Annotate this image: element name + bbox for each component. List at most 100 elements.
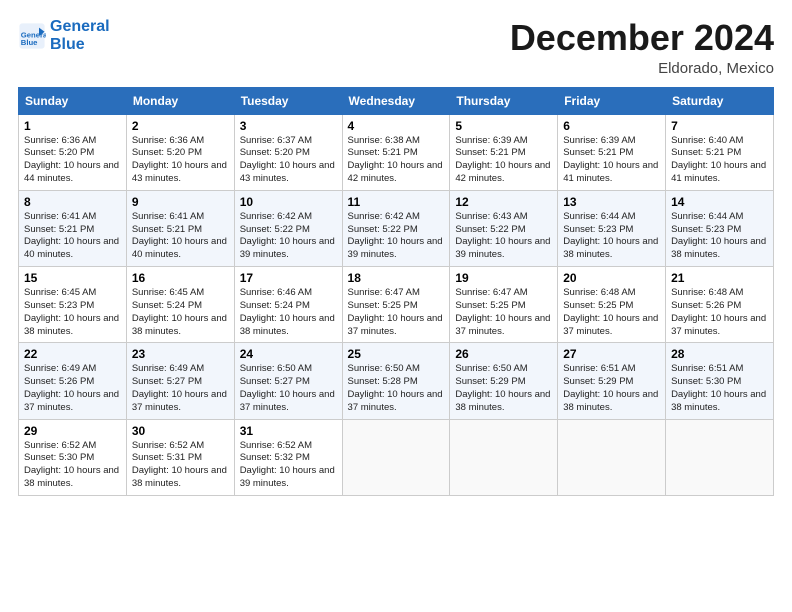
day-info: Sunrise: 6:48 AMSunset: 5:25 PMDaylight:… xyxy=(563,287,660,338)
col-header-sunday: Sunday xyxy=(19,87,127,114)
logo-text: General Blue xyxy=(50,18,110,55)
day-number: 4 xyxy=(348,119,445,133)
day-number: 23 xyxy=(132,347,229,361)
calendar-cell: 7 Sunrise: 6:40 AMSunset: 5:21 PMDayligh… xyxy=(666,114,774,190)
day-number: 9 xyxy=(132,195,229,209)
day-number: 26 xyxy=(455,347,552,361)
day-info: Sunrise: 6:51 AMSunset: 5:30 PMDaylight:… xyxy=(671,363,768,414)
calendar-cell: 16 Sunrise: 6:45 AMSunset: 5:24 PMDaylig… xyxy=(126,267,234,343)
calendar-cell: 27 Sunrise: 6:51 AMSunset: 5:29 PMDaylig… xyxy=(558,343,666,419)
calendar-cell xyxy=(558,419,666,495)
day-number: 3 xyxy=(240,119,337,133)
day-number: 29 xyxy=(24,424,121,438)
calendar-cell: 3 Sunrise: 6:37 AMSunset: 5:20 PMDayligh… xyxy=(234,114,342,190)
day-info: Sunrise: 6:36 AMSunset: 5:20 PMDaylight:… xyxy=(132,135,229,186)
day-info: Sunrise: 6:45 AMSunset: 5:24 PMDaylight:… xyxy=(132,287,229,338)
day-number: 24 xyxy=(240,347,337,361)
month-title: December 2024 xyxy=(510,18,774,58)
calendar-cell xyxy=(666,419,774,495)
calendar-cell: 29 Sunrise: 6:52 AMSunset: 5:30 PMDaylig… xyxy=(19,419,127,495)
day-info: Sunrise: 6:50 AMSunset: 5:28 PMDaylight:… xyxy=(348,363,445,414)
calendar-cell: 25 Sunrise: 6:50 AMSunset: 5:28 PMDaylig… xyxy=(342,343,450,419)
day-info: Sunrise: 6:41 AMSunset: 5:21 PMDaylight:… xyxy=(132,211,229,262)
day-number: 18 xyxy=(348,271,445,285)
calendar-cell: 11 Sunrise: 6:42 AMSunset: 5:22 PMDaylig… xyxy=(342,190,450,266)
calendar-table: SundayMondayTuesdayWednesdayThursdayFrid… xyxy=(18,87,774,496)
calendar-cell: 14 Sunrise: 6:44 AMSunset: 5:23 PMDaylig… xyxy=(666,190,774,266)
day-number: 8 xyxy=(24,195,121,209)
day-info: Sunrise: 6:36 AMSunset: 5:20 PMDaylight:… xyxy=(24,135,121,186)
day-info: Sunrise: 6:48 AMSunset: 5:26 PMDaylight:… xyxy=(671,287,768,338)
calendar-cell: 2 Sunrise: 6:36 AMSunset: 5:20 PMDayligh… xyxy=(126,114,234,190)
day-number: 17 xyxy=(240,271,337,285)
calendar-cell: 28 Sunrise: 6:51 AMSunset: 5:30 PMDaylig… xyxy=(666,343,774,419)
day-number: 15 xyxy=(24,271,121,285)
day-info: Sunrise: 6:41 AMSunset: 5:21 PMDaylight:… xyxy=(24,211,121,262)
calendar-cell: 15 Sunrise: 6:45 AMSunset: 5:23 PMDaylig… xyxy=(19,267,127,343)
day-number: 14 xyxy=(671,195,768,209)
day-info: Sunrise: 6:42 AMSunset: 5:22 PMDaylight:… xyxy=(348,211,445,262)
day-info: Sunrise: 6:49 AMSunset: 5:26 PMDaylight:… xyxy=(24,363,121,414)
calendar-cell: 6 Sunrise: 6:39 AMSunset: 5:21 PMDayligh… xyxy=(558,114,666,190)
calendar-cell: 20 Sunrise: 6:48 AMSunset: 5:25 PMDaylig… xyxy=(558,267,666,343)
calendar-cell: 1 Sunrise: 6:36 AMSunset: 5:20 PMDayligh… xyxy=(19,114,127,190)
day-number: 13 xyxy=(563,195,660,209)
calendar-cell xyxy=(342,419,450,495)
day-number: 10 xyxy=(240,195,337,209)
day-info: Sunrise: 6:46 AMSunset: 5:24 PMDaylight:… xyxy=(240,287,337,338)
day-info: Sunrise: 6:50 AMSunset: 5:29 PMDaylight:… xyxy=(455,363,552,414)
day-info: Sunrise: 6:50 AMSunset: 5:27 PMDaylight:… xyxy=(240,363,337,414)
calendar-week-4: 22 Sunrise: 6:49 AMSunset: 5:26 PMDaylig… xyxy=(19,343,774,419)
day-number: 6 xyxy=(563,119,660,133)
calendar-cell: 31 Sunrise: 6:52 AMSunset: 5:32 PMDaylig… xyxy=(234,419,342,495)
calendar-cell: 4 Sunrise: 6:38 AMSunset: 5:21 PMDayligh… xyxy=(342,114,450,190)
day-number: 27 xyxy=(563,347,660,361)
day-number: 1 xyxy=(24,119,121,133)
title-block: December 2024 Eldorado, Mexico xyxy=(510,18,774,77)
day-number: 30 xyxy=(132,424,229,438)
calendar-cell: 9 Sunrise: 6:41 AMSunset: 5:21 PMDayligh… xyxy=(126,190,234,266)
col-header-wednesday: Wednesday xyxy=(342,87,450,114)
header: General Blue General Blue December 2024 … xyxy=(18,18,774,77)
calendar-cell: 30 Sunrise: 6:52 AMSunset: 5:31 PMDaylig… xyxy=(126,419,234,495)
calendar-cell: 10 Sunrise: 6:42 AMSunset: 5:22 PMDaylig… xyxy=(234,190,342,266)
calendar-cell: 17 Sunrise: 6:46 AMSunset: 5:24 PMDaylig… xyxy=(234,267,342,343)
day-info: Sunrise: 6:45 AMSunset: 5:23 PMDaylight:… xyxy=(24,287,121,338)
logo-icon: General Blue xyxy=(18,22,46,50)
day-info: Sunrise: 6:40 AMSunset: 5:21 PMDaylight:… xyxy=(671,135,768,186)
calendar-cell: 21 Sunrise: 6:48 AMSunset: 5:26 PMDaylig… xyxy=(666,267,774,343)
day-info: Sunrise: 6:43 AMSunset: 5:22 PMDaylight:… xyxy=(455,211,552,262)
calendar-cell: 8 Sunrise: 6:41 AMSunset: 5:21 PMDayligh… xyxy=(19,190,127,266)
day-number: 5 xyxy=(455,119,552,133)
logo: General Blue General Blue xyxy=(18,18,110,55)
day-number: 2 xyxy=(132,119,229,133)
col-header-saturday: Saturday xyxy=(666,87,774,114)
day-info: Sunrise: 6:39 AMSunset: 5:21 PMDaylight:… xyxy=(455,135,552,186)
calendar-cell: 26 Sunrise: 6:50 AMSunset: 5:29 PMDaylig… xyxy=(450,343,558,419)
day-number: 7 xyxy=(671,119,768,133)
col-header-friday: Friday xyxy=(558,87,666,114)
day-number: 28 xyxy=(671,347,768,361)
day-number: 20 xyxy=(563,271,660,285)
col-header-monday: Monday xyxy=(126,87,234,114)
day-info: Sunrise: 6:39 AMSunset: 5:21 PMDaylight:… xyxy=(563,135,660,186)
calendar-cell: 24 Sunrise: 6:50 AMSunset: 5:27 PMDaylig… xyxy=(234,343,342,419)
day-number: 25 xyxy=(348,347,445,361)
day-number: 16 xyxy=(132,271,229,285)
day-info: Sunrise: 6:37 AMSunset: 5:20 PMDaylight:… xyxy=(240,135,337,186)
day-number: 12 xyxy=(455,195,552,209)
calendar-week-3: 15 Sunrise: 6:45 AMSunset: 5:23 PMDaylig… xyxy=(19,267,774,343)
day-info: Sunrise: 6:47 AMSunset: 5:25 PMDaylight:… xyxy=(455,287,552,338)
day-number: 19 xyxy=(455,271,552,285)
day-number: 11 xyxy=(348,195,445,209)
day-info: Sunrise: 6:38 AMSunset: 5:21 PMDaylight:… xyxy=(348,135,445,186)
day-number: 31 xyxy=(240,424,337,438)
location: Eldorado, Mexico xyxy=(510,60,774,77)
day-info: Sunrise: 6:52 AMSunset: 5:30 PMDaylight:… xyxy=(24,440,121,491)
calendar-cell: 18 Sunrise: 6:47 AMSunset: 5:25 PMDaylig… xyxy=(342,267,450,343)
calendar-week-5: 29 Sunrise: 6:52 AMSunset: 5:30 PMDaylig… xyxy=(19,419,774,495)
calendar-week-1: 1 Sunrise: 6:36 AMSunset: 5:20 PMDayligh… xyxy=(19,114,774,190)
svg-text:Blue: Blue xyxy=(21,38,38,47)
calendar-cell: 19 Sunrise: 6:47 AMSunset: 5:25 PMDaylig… xyxy=(450,267,558,343)
calendar-cell: 5 Sunrise: 6:39 AMSunset: 5:21 PMDayligh… xyxy=(450,114,558,190)
